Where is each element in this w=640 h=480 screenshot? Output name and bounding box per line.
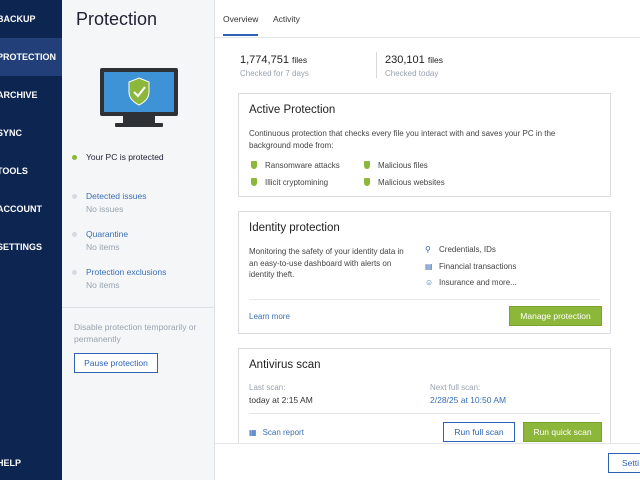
learn-more-link[interactable]: Learn more <box>249 312 290 321</box>
shield-icon <box>364 178 370 186</box>
next-scan-value[interactable]: 2/28/25 at 10:50 AM <box>430 395 506 405</box>
key-icon: ⚲ <box>425 245 431 254</box>
nav-item-tools[interactable]: TOOLS <box>0 152 62 190</box>
identity-feature-label: Insurance and more... <box>439 278 517 287</box>
identity-feature: ☺ Insurance and more... <box>425 278 517 287</box>
status-dot-icon <box>72 270 77 275</box>
active-protection-card: Active Protection Continuous protection … <box>238 93 611 197</box>
pc-status: Your PC is protected <box>72 152 164 162</box>
stat-files-7-days: 1,774,751 files <box>240 54 307 66</box>
nav-item-label: ARCHIVE <box>0 90 38 100</box>
status-dot-icon <box>72 155 77 161</box>
identity-feature-label: Credentials, IDs <box>439 245 496 254</box>
identity-protection-card: Identity protection Monitoring the safet… <box>238 211 611 334</box>
nav-item-help[interactable]: HELP <box>0 444 62 480</box>
stat-caption: Checked today <box>385 69 439 78</box>
card-title: Antivirus scan <box>249 359 321 371</box>
protection-status-panel: Protection Your PC is protected Detected… <box>62 0 215 480</box>
shield-icon <box>251 178 257 186</box>
status-row-value: No items <box>86 242 120 252</box>
run-full-scan-button[interactable]: Run full scan <box>443 422 515 442</box>
card-title: Active Protection <box>249 104 336 116</box>
status-dot-icon <box>72 194 77 199</box>
card-description: Monitoring the safety of your identity d… <box>249 247 404 279</box>
protection-item: Malicious files <box>364 161 428 170</box>
shield-icon <box>251 161 257 169</box>
tab-overview[interactable]: Overview <box>223 14 259 36</box>
next-scan-label: Next full scan: <box>430 383 481 392</box>
bottom-bar: Setti <box>215 443 640 480</box>
pause-protection-button[interactable]: Pause protection <box>74 353 158 373</box>
nav-item-label: SYNC <box>0 128 23 138</box>
nav-item-protection[interactable]: PROTECTION <box>0 38 62 76</box>
protection-item: Illicit cryptomining <box>251 178 328 187</box>
status-row-value: No items <box>86 280 120 290</box>
tab-bar: Overview Activity <box>215 0 640 38</box>
scan-report-label: Scan report <box>262 428 304 437</box>
stat-value: 1,774,751 <box>240 54 289 66</box>
report-icon: ▦ <box>249 428 257 437</box>
status-row-label[interactable]: Quarantine <box>86 229 128 239</box>
manage-protection-button[interactable]: Manage protection <box>509 306 602 326</box>
protection-item-label: Malicious websites <box>378 178 445 187</box>
nav-item-label: BACKUP <box>0 14 36 24</box>
stat-caption: Checked for 7 days <box>240 69 309 78</box>
protection-item-label: Illicit cryptomining <box>265 178 329 187</box>
tab-activity[interactable]: Activity <box>273 14 300 24</box>
nav-item-settings[interactable]: SETTINGS <box>0 228 62 266</box>
scan-report-link[interactable]: ▦ Scan report <box>249 428 304 437</box>
stat-unit: files <box>292 55 308 65</box>
card-description: Continuous protection that checks every … <box>249 129 556 150</box>
run-quick-scan-button[interactable]: Run quick scan <box>523 422 602 442</box>
nav-item-label: PROTECTION <box>0 52 57 62</box>
identity-feature-label: Financial transactions <box>439 262 517 271</box>
divider <box>249 413 600 414</box>
status-row-label[interactable]: Detected issues <box>86 191 146 201</box>
nav-item-sync[interactable]: SYNC <box>0 114 62 152</box>
nav-item-label: HELP <box>0 458 22 468</box>
antivirus-scan-card: Antivirus scan Last scan: today at 2:15 … <box>238 348 611 458</box>
card-title: Identity protection <box>249 222 340 234</box>
nav-item-label: TOOLS <box>0 166 28 176</box>
nav-item-label: SETTINGS <box>0 242 43 252</box>
bank-icon: ▤ <box>425 262 433 271</box>
protection-item-label: Ransomware attacks <box>265 161 340 170</box>
nav-item-archive[interactable]: ARCHIVE <box>0 76 62 114</box>
protection-item: Malicious websites <box>364 178 445 187</box>
last-scan-value: today at 2:15 AM <box>249 395 313 405</box>
main-navigation: BACKUP PROTECTION ARCHIVE SYNC TOOLS ACC… <box>0 0 62 480</box>
shield-icon <box>364 161 370 169</box>
disable-protection-text: Disable protection temporarily or perman… <box>74 322 197 344</box>
protection-item-label: Malicious files <box>378 161 428 170</box>
nav-item-account[interactable]: ACCOUNT <box>0 190 62 228</box>
divider <box>249 299 600 300</box>
last-scan-label: Last scan: <box>249 383 286 392</box>
monitor-shield-icon <box>100 68 178 127</box>
divider <box>376 52 377 78</box>
status-row-value: No issues <box>86 204 124 214</box>
status-dot-icon <box>72 232 77 237</box>
stat-files-today: 230,101 files <box>385 54 443 66</box>
page-title: Protection <box>76 9 158 29</box>
stat-unit: files <box>427 55 443 65</box>
identity-feature: ▤ Financial transactions <box>425 262 516 271</box>
people-icon: ☺ <box>425 278 434 287</box>
pc-status-text: Your PC is protected <box>86 152 164 162</box>
divider <box>62 307 215 308</box>
nav-item-backup[interactable]: BACKUP <box>0 0 62 38</box>
protection-item: Ransomware attacks <box>251 161 340 170</box>
identity-feature: ⚲ Credentials, IDs <box>425 245 496 254</box>
settings-button[interactable]: Setti <box>608 453 640 473</box>
nav-item-label: ACCOUNT <box>0 204 42 214</box>
stat-value: 230,101 <box>385 54 425 66</box>
status-row-label[interactable]: Protection exclusions <box>86 267 166 277</box>
